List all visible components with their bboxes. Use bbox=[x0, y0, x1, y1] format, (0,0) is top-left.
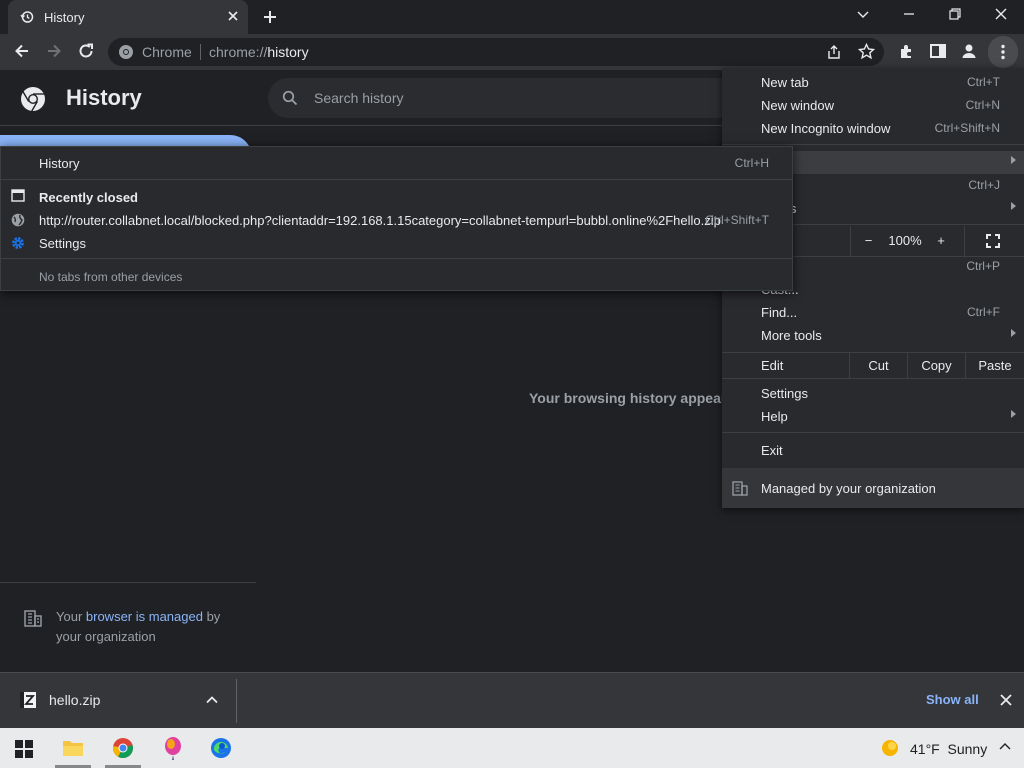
menu-item-exit[interactable]: Exit bbox=[722, 439, 1024, 462]
zoom-out-button[interactable]: − bbox=[850, 226, 886, 256]
history-submenu: History Ctrl+H Recently closed http://ro… bbox=[0, 146, 793, 291]
forward-icon[interactable] bbox=[45, 42, 63, 60]
search-input[interactable]: Search history bbox=[314, 90, 403, 106]
submenu-settings-item[interactable]: Settings bbox=[1, 232, 792, 255]
submenu-recent-url-item[interactable]: http://router.collabnet.local/blocked.ph… bbox=[1, 209, 792, 232]
tab-search-chevron-down-icon[interactable] bbox=[856, 7, 870, 21]
paint-app-icon[interactable] bbox=[163, 736, 183, 760]
close-download-bar-icon[interactable] bbox=[999, 693, 1013, 707]
chevron-up-icon[interactable] bbox=[205, 693, 219, 707]
show-all-button[interactable]: Show all bbox=[926, 692, 979, 707]
chrome-taskbar-icon[interactable] bbox=[112, 737, 134, 759]
submenu-arrow-icon bbox=[1011, 156, 1016, 164]
url-text: chrome://history bbox=[209, 44, 309, 60]
notification-chevron-icon[interactable] bbox=[998, 740, 1012, 754]
managed-notice: Your browser is managed by your organiza… bbox=[0, 582, 256, 672]
menu-separator bbox=[722, 432, 1024, 433]
restore-icon[interactable] bbox=[948, 7, 962, 21]
chrome-site-icon bbox=[118, 44, 134, 60]
copy-button[interactable]: Copy bbox=[907, 353, 965, 378]
menu-icon bbox=[999, 44, 1007, 60]
menu-separator bbox=[722, 144, 1024, 145]
windows-taskbar: 41°F Sunny bbox=[0, 728, 1024, 768]
submenu-arrow-icon bbox=[1011, 202, 1016, 210]
search-icon bbox=[282, 90, 298, 106]
sun-icon[interactable] bbox=[880, 738, 900, 758]
download-divider bbox=[236, 679, 237, 723]
building-icon bbox=[24, 609, 42, 627]
building-icon bbox=[732, 480, 748, 496]
weather-widget[interactable]: 41°F Sunny bbox=[910, 741, 987, 757]
side-panel-icon[interactable] bbox=[929, 42, 947, 60]
empty-history-message: Your browsing history appears bbox=[529, 390, 735, 406]
star-icon[interactable] bbox=[858, 43, 875, 60]
fullscreen-icon bbox=[985, 234, 1000, 248]
menu-item-help[interactable]: Help bbox=[722, 405, 1024, 428]
profile-icon[interactable] bbox=[960, 42, 978, 60]
browser-toolbar: Chrome chrome://history bbox=[0, 34, 1024, 70]
submenu-recently-closed-header: Recently closed bbox=[1, 185, 792, 209]
gear-icon bbox=[11, 236, 25, 250]
window-close-icon[interactable] bbox=[994, 7, 1008, 21]
download-bar: hello.zip Show all bbox=[0, 672, 1024, 728]
window-icon bbox=[11, 189, 25, 202]
share-icon[interactable] bbox=[826, 44, 842, 60]
windows-start-icon[interactable] bbox=[15, 740, 33, 758]
edge-icon[interactable] bbox=[210, 737, 232, 759]
back-icon[interactable] bbox=[13, 42, 31, 60]
minimize-icon[interactable] bbox=[902, 7, 916, 21]
managed-notice-text: Your browser is managed by your organiza… bbox=[56, 609, 221, 644]
menu-item-find[interactable]: Find... Ctrl+F bbox=[722, 301, 1024, 324]
fullscreen-button[interactable] bbox=[964, 226, 1020, 256]
globe-icon bbox=[11, 213, 25, 227]
menu-separator bbox=[722, 378, 1024, 379]
menu-item-settings[interactable]: Settings bbox=[722, 382, 1024, 405]
menu-item-more-tools[interactable]: More tools bbox=[722, 324, 1024, 347]
history-icon bbox=[20, 10, 34, 24]
new-tab-icon[interactable] bbox=[262, 9, 278, 25]
paste-button[interactable]: Paste bbox=[965, 353, 1024, 378]
submenu-arrow-icon bbox=[1011, 329, 1016, 337]
chrome-logo-icon bbox=[20, 86, 46, 112]
close-icon[interactable] bbox=[226, 9, 240, 23]
omnibox-divider bbox=[200, 44, 201, 60]
zip-icon bbox=[19, 691, 37, 709]
file-explorer-icon[interactable] bbox=[62, 738, 84, 758]
menu-item-new-window[interactable]: New window Ctrl+N bbox=[722, 94, 1024, 117]
download-filename[interactable]: hello.zip bbox=[49, 692, 100, 708]
search-history-field[interactable]: Search history bbox=[268, 78, 738, 118]
menu-button[interactable] bbox=[988, 36, 1018, 68]
edit-label: Edit bbox=[761, 358, 784, 373]
submenu-arrow-icon bbox=[1011, 410, 1016, 418]
extensions-icon[interactable] bbox=[898, 42, 916, 60]
cut-button[interactable]: Cut bbox=[849, 353, 907, 378]
menu-item-new-incognito-window[interactable]: New Incognito window Ctrl+Shift+N bbox=[722, 117, 1024, 140]
reload-icon[interactable] bbox=[77, 42, 95, 60]
browser-managed-link[interactable]: browser is managed bbox=[86, 609, 203, 624]
tab-history[interactable]: History bbox=[8, 0, 248, 34]
zoom-in-button[interactable]: + bbox=[924, 226, 958, 256]
site-label: Chrome bbox=[142, 44, 192, 60]
submenu-separator bbox=[1, 258, 792, 259]
zoom-level: 100% bbox=[888, 233, 922, 248]
menu-item-new-tab[interactable]: New tab Ctrl+T bbox=[722, 71, 1024, 94]
edit-row: Edit Cut Copy Paste bbox=[722, 353, 1024, 378]
menu-item-managed-by-organization[interactable]: Managed by your organization bbox=[722, 468, 1024, 508]
address-bar[interactable]: Chrome chrome://history bbox=[108, 38, 884, 66]
submenu-separator bbox=[1, 179, 792, 180]
tab-strip: History bbox=[0, 0, 1024, 34]
tab-title: History bbox=[44, 10, 85, 25]
page-title: History bbox=[66, 85, 142, 110]
submenu-no-tabs-message: No tabs from other devices bbox=[39, 270, 183, 284]
submenu-item-history[interactable]: History Ctrl+H bbox=[1, 147, 792, 179]
